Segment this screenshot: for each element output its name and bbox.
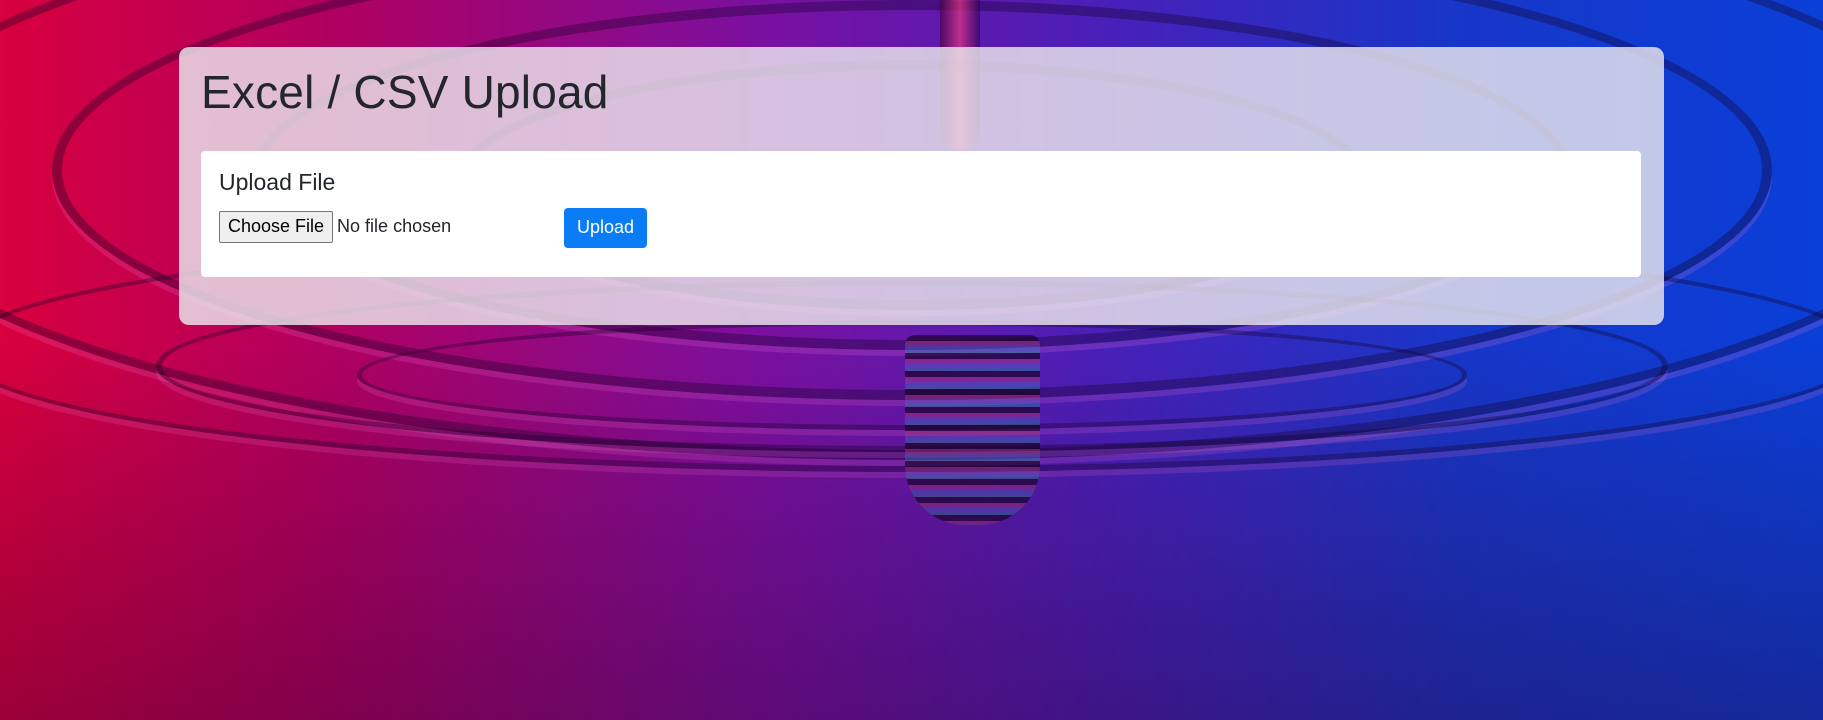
choose-file-button[interactable]: Choose File: [219, 211, 334, 243]
page-title: Excel / CSV Upload: [201, 66, 609, 118]
upload-panel: Excel / CSV Upload Upload File Choose Fi…: [179, 47, 1664, 325]
upload-form: Choose File No file chosen Upload: [219, 206, 1623, 248]
background-shade: [0, 340, 1823, 720]
upload-card: Upload File Choose File No file chosen U…: [201, 151, 1641, 277]
upload-button[interactable]: Upload: [564, 208, 648, 248]
file-input[interactable]: Choose File No file chosen: [219, 211, 564, 243]
file-status-text: No file chosen: [337, 216, 452, 237]
upload-card-title: Upload File: [219, 169, 336, 195]
